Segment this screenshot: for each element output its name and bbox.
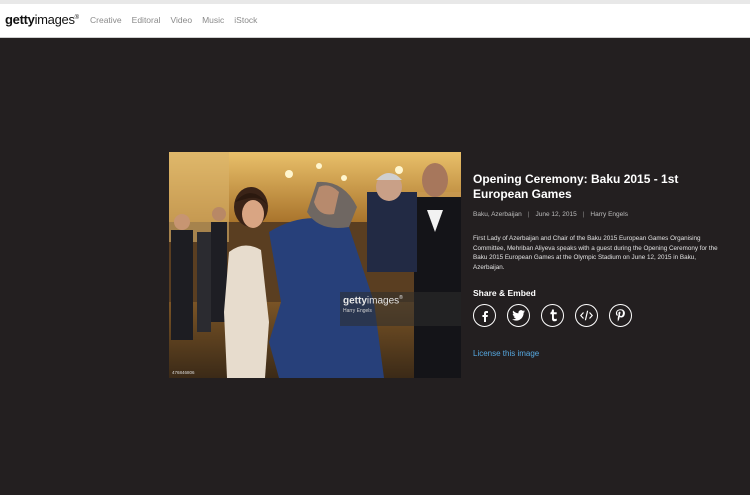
photo-watermark: gettyimages® Harry Engels bbox=[340, 292, 461, 326]
meta-separator: | bbox=[527, 211, 530, 218]
embed-share-button[interactable] bbox=[575, 304, 598, 327]
top-navigation-bar: gettyimages® Creative Editoral Video Mus… bbox=[0, 0, 750, 38]
meta-location[interactable]: Baku, Azerbaijan bbox=[473, 211, 522, 218]
tumblr-share-button[interactable] bbox=[541, 304, 564, 327]
image-title: Opening Ceremony: Baku 2015 - 1st Europe… bbox=[473, 172, 679, 201]
nav-editorial[interactable]: Editoral bbox=[132, 15, 161, 25]
logo-registered-mark: ® bbox=[74, 15, 79, 21]
nav-music[interactable]: Music bbox=[202, 15, 224, 25]
twitter-icon bbox=[512, 310, 525, 321]
nav-creative[interactable]: Creative bbox=[90, 15, 122, 25]
watermark-brand: gettyimages® bbox=[343, 295, 403, 306]
meta-date: June 12, 2015 bbox=[535, 211, 577, 218]
meta-separator: | bbox=[582, 211, 585, 218]
tumblr-icon bbox=[549, 309, 557, 322]
facebook-share-button[interactable] bbox=[473, 304, 496, 327]
embed-icon bbox=[580, 310, 593, 321]
watermark-credit: Harry Engels bbox=[343, 308, 372, 314]
pinterest-share-button[interactable] bbox=[609, 304, 632, 327]
main-nav: Creative Editoral Video Music iStock bbox=[90, 15, 267, 25]
nav-video[interactable]: Video bbox=[170, 15, 192, 25]
watermark-registered: ® bbox=[399, 295, 403, 301]
share-buttons bbox=[473, 304, 643, 327]
license-image-link[interactable]: License this image bbox=[473, 349, 539, 358]
twitter-share-button[interactable] bbox=[507, 304, 530, 327]
editorial-photo[interactable]: gettyimages® Harry Engels 476846806 bbox=[169, 152, 461, 378]
share-embed-heading: Share & Embed bbox=[473, 288, 536, 298]
logo-bold-part: getty bbox=[5, 12, 35, 27]
image-meta: Baku, Azerbaijan | June 12, 2015 | Harry Eng… bbox=[473, 211, 628, 218]
image-details-panel: Opening Ceremony: Baku 2015 - 1st Europe… bbox=[473, 172, 735, 358]
image-caption: First Lady of Azerbaijan and Chair of th… bbox=[473, 235, 718, 272]
photo-illustration bbox=[169, 152, 461, 378]
watermark-brand-bold: getty bbox=[343, 295, 367, 307]
meta-photographer[interactable]: Harry Engels bbox=[590, 211, 628, 218]
image-id-label: 476846806 bbox=[172, 370, 195, 375]
nav-istock[interactable]: iStock bbox=[234, 15, 257, 25]
browser-edge bbox=[0, 0, 750, 4]
gettyimages-logo[interactable]: gettyimages® bbox=[5, 12, 79, 27]
watermark-brand-regular: images bbox=[366, 295, 400, 307]
facebook-icon bbox=[481, 310, 488, 322]
pinterest-icon bbox=[615, 309, 625, 322]
logo-regular-part: images bbox=[34, 12, 75, 27]
